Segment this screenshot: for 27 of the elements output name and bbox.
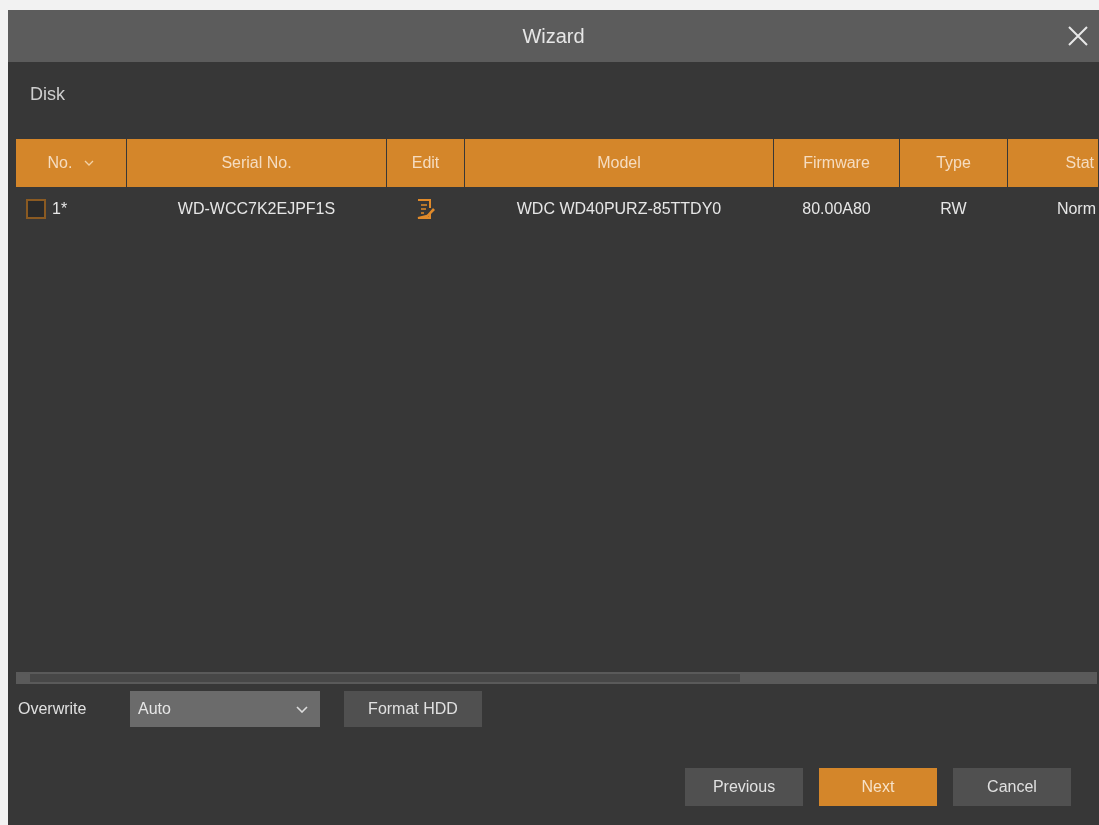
wizard-button[interactable]: Cancel	[953, 768, 1071, 806]
row-checkbox[interactable]	[26, 199, 46, 219]
column-header[interactable]: Stat	[1008, 139, 1098, 187]
chevron-icon	[296, 705, 308, 713]
column-header[interactable]: Firmware	[774, 139, 899, 187]
table-cell: 80.00A80	[802, 200, 871, 218]
table-cell: WD-WCC7K2EJPF1S	[177, 200, 336, 218]
wizard-button[interactable]: Next	[819, 768, 937, 806]
caret-icon	[84, 160, 95, 166]
column-header[interactable]: No.	[16, 139, 126, 187]
table-cell: RW	[940, 200, 967, 218]
overwrite-label: Overwrite	[17, 700, 88, 718]
section-title: Disk	[29, 83, 66, 106]
column-header[interactable]: Edit	[387, 139, 464, 187]
edit-icon[interactable]	[416, 199, 435, 219]
table-cell: 1*	[52, 200, 68, 218]
horizontal-scrollbar[interactable]	[16, 672, 1097, 684]
window-title: Wizard	[522, 24, 585, 48]
table-cell: Norm	[1056, 200, 1096, 218]
overwrite-dropdown[interactable]: Auto	[130, 691, 320, 727]
format-hdd-button[interactable]: Format HDD	[344, 691, 482, 727]
table-cell: WDC WD40PURZ-85TTDY0	[516, 200, 722, 218]
column-header[interactable]: Serial No.	[127, 139, 386, 187]
wizard-button[interactable]: Previous	[685, 768, 803, 806]
column-header[interactable]: Model	[465, 139, 773, 187]
column-header[interactable]: Type	[900, 139, 1007, 187]
close-icon[interactable]	[1067, 25, 1089, 47]
